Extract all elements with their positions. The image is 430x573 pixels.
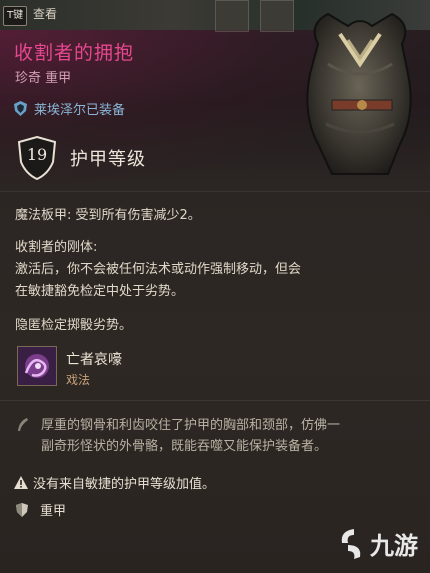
quill-icon <box>18 418 28 431</box>
watermark: 九游 <box>336 526 418 561</box>
reaper-effect-title: 收割者的刚体: <box>15 240 98 255</box>
magic-plate-effect: 魔法板甲: 受到所有伤害减少2。 <box>15 208 201 223</box>
inventory-slot[interactable] <box>215 0 249 32</box>
flavor-line-1: 厚重的钢骨和利齿咬住了护甲的胸部和颈部，仿佛一 <box>41 418 341 433</box>
armor-class-label: 护甲等级 <box>70 149 146 170</box>
equipped-icon <box>14 101 27 116</box>
armor-icon <box>306 12 412 175</box>
reaper-effect-desc-1: 激活后，你不会被任何法术或动作强制移动，但会 <box>15 262 302 277</box>
item-tooltip: T键 查看 收割者的拥抱 珍奇 重甲 莱埃泽尔已装备 19 护甲等级 魔法板甲:… <box>0 0 430 573</box>
divider <box>0 400 430 401</box>
stealth-effect: 隐匿检定掷骰劣势。 <box>15 318 133 333</box>
reaper-effect-desc-2: 在敏捷豁免检定中处于劣势。 <box>15 284 185 299</box>
proficiency-row: 重甲 <box>16 500 66 519</box>
warning-icon <box>14 476 28 489</box>
equipped-label: 莱埃泽尔已装备 <box>34 103 126 118</box>
armor-class-shield-icon: 19 <box>17 135 57 181</box>
warning-row: 没有来自敏捷的护甲等级加值。 <box>14 473 215 492</box>
key-hint[interactable]: T键 <box>3 6 28 26</box>
flavor-line-2: 副奇形怪状的外骨骼，既能吞噬又能保护装备者。 <box>41 439 328 454</box>
watermark-logo-icon <box>341 528 361 559</box>
spell-slot[interactable] <box>17 346 57 386</box>
equipped-status: 莱埃泽尔已装备 <box>14 99 125 118</box>
view-label[interactable]: 查看 <box>33 5 57 23</box>
watermark-text: 九游 <box>370 532 418 560</box>
spell-type: 戏法 <box>66 373 91 387</box>
item-name: 收割者的拥抱 <box>14 42 135 64</box>
item-rarity-type: 珍奇 重甲 <box>15 71 72 86</box>
spell-name: 亡者哀嚎 <box>66 352 122 368</box>
heavy-armor-icon <box>16 502 28 517</box>
no-dex-note: 没有来自敏捷的护甲等级加值。 <box>33 477 216 492</box>
armor-class-value: 19 <box>26 145 48 164</box>
divider <box>0 191 430 192</box>
armor-class-row: 19 护甲等级 <box>17 135 146 181</box>
proficiency-label: 重甲 <box>40 504 67 519</box>
flavor-text: 厚重的钢骨和利齿咬住了护甲的胸部和颈部，仿佛一 副奇形怪状的外骨骼，既能吞噬又能… <box>41 415 413 457</box>
spell-wail-icon <box>18 347 56 385</box>
